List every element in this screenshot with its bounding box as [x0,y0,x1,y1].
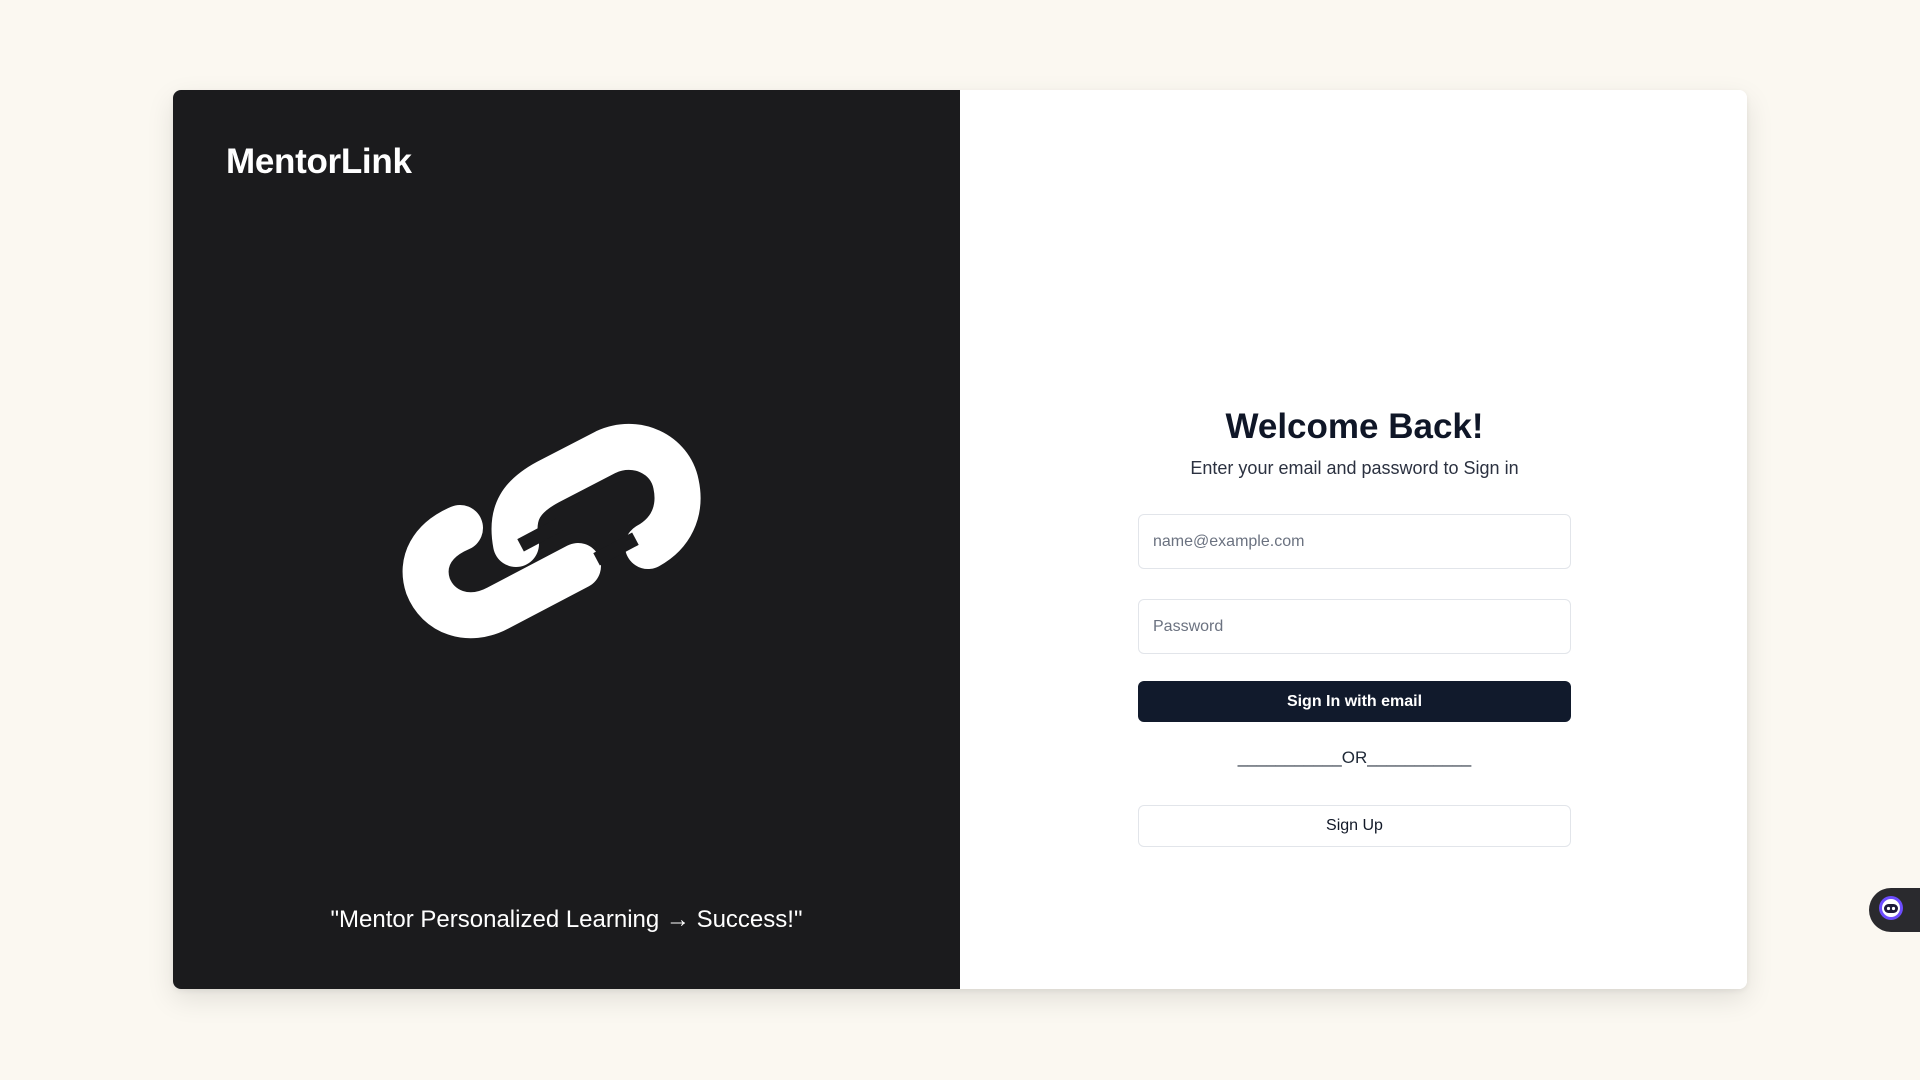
login-card: MentorLink "Mentor Personalized Learning… [173,90,1747,989]
login-form: Welcome Back! Enter your email and passw… [1138,405,1571,847]
login-panel: Welcome Back! Enter your email and passw… [960,90,1747,989]
or-divider: ___________OR___________ [1237,748,1472,767]
welcome-title: Welcome Back! [1225,407,1484,446]
password-input[interactable] [1138,599,1571,654]
tagline-quote: "Mentor Personalized Learning → Success!… [330,906,803,933]
chain-link-icon [398,416,738,676]
sign-in-button[interactable]: Sign In with email [1138,681,1571,722]
sign-up-button[interactable]: Sign Up [1138,805,1571,847]
login-subtitle: Enter your email and password to Sign in [1190,458,1519,478]
assistant-widget-button[interactable] [1869,888,1920,932]
brand-panel: MentorLink "Mentor Personalized Learning… [173,90,960,989]
email-input[interactable] [1138,514,1571,569]
assistant-bot-icon [1878,895,1904,926]
brand-name: MentorLink [226,142,412,181]
